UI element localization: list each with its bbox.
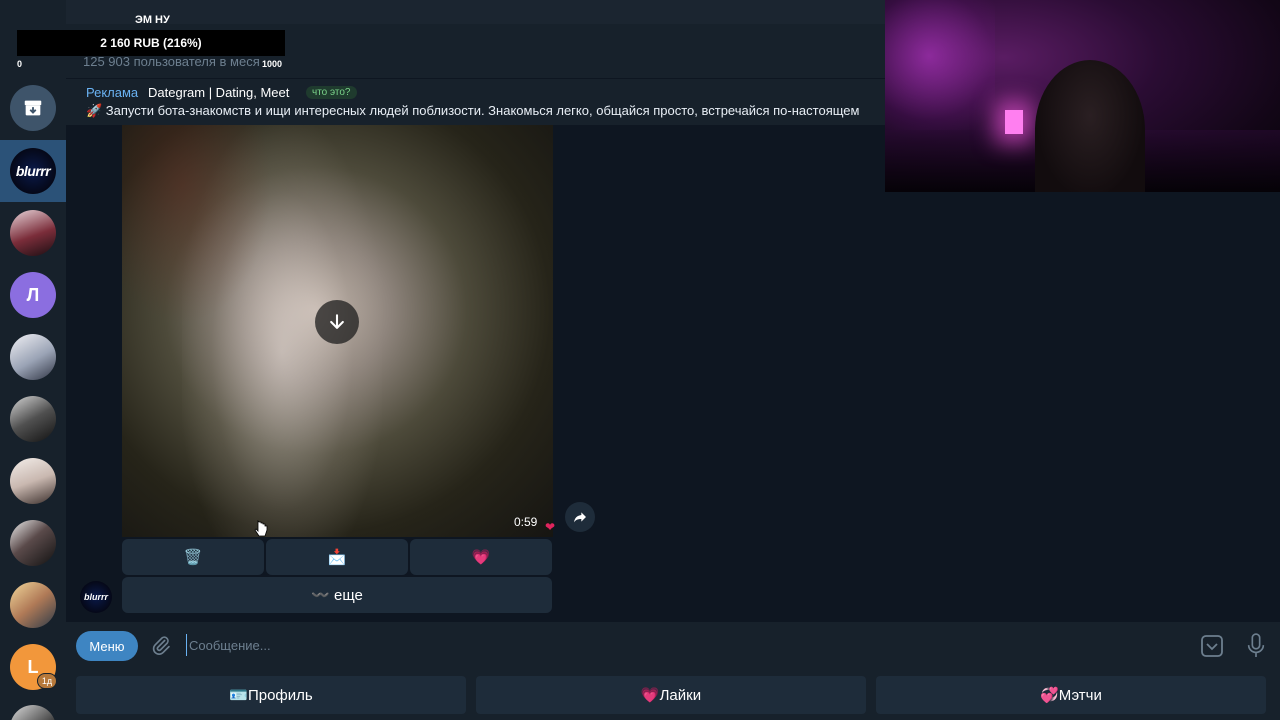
chat-badge: 1д — [37, 673, 57, 689]
chat-folder-rail: blurrr Л L 1д — [0, 0, 66, 720]
webcam-glow — [885, 0, 995, 140]
paperclip-icon — [152, 636, 170, 656]
donation-max: 1000 — [262, 59, 283, 69]
telegram-window: blurrr Л L 1д 125 903 пользователя в мес… — [0, 0, 1280, 720]
attach-button[interactable] — [150, 634, 172, 658]
sender-avatar[interactable]: blurrr — [80, 581, 112, 613]
inline-button-delete[interactable]: 🗑️ — [122, 539, 264, 575]
reply-button-matches[interactable]: 💞Мэтчи — [876, 676, 1266, 714]
ad-what-is-this[interactable]: что это? — [306, 86, 357, 99]
inline-button-more[interactable]: 〰️ еще — [122, 577, 552, 613]
chat-avatar-label: L — [27, 656, 39, 677]
webcam-light — [1005, 110, 1023, 134]
ad-label: Реклама — [86, 85, 139, 100]
inline-button-like[interactable]: 💗 — [410, 539, 552, 575]
share-icon — [574, 512, 586, 523]
reply-button-likes[interactable]: 💗Лайки — [476, 676, 866, 714]
reply-button-profile[interactable]: 🪪Профиль — [76, 676, 466, 714]
chat-avatar[interactable] — [10, 520, 56, 566]
webcam-overlay — [885, 0, 1280, 192]
donation-min: 0 — [17, 59, 23, 69]
donation-title: ЭМ НУ — [135, 14, 170, 26]
bot-keyboard-toggle[interactable] — [1200, 634, 1224, 658]
ad-text: 🚀 Запусти бота-знакомств и ищи интересны… — [86, 103, 860, 118]
forward-button[interactable] — [565, 502, 595, 532]
chat-avatar[interactable] — [10, 396, 56, 442]
chat-avatar-label: Л — [26, 284, 40, 305]
archive-icon — [24, 100, 42, 116]
ad-bot-name[interactable]: Dategram | Dating, Meet — [148, 85, 289, 100]
inline-button-message[interactable]: 📩 — [266, 539, 408, 575]
hand-cursor-icon — [254, 520, 268, 537]
chat-avatar[interactable] — [10, 210, 56, 256]
chat-avatar[interactable] — [10, 705, 56, 720]
microphone-icon — [1247, 633, 1265, 657]
subscriber-count: 125 903 пользователя в меся — [83, 54, 260, 69]
donation-progress: 2 160 RUB (216%) — [17, 30, 285, 56]
bot-menu-button[interactable]: Меню — [76, 631, 138, 661]
message-input[interactable] — [186, 634, 1166, 656]
chat-avatar-blurrr[interactable]: blurrr — [10, 148, 56, 194]
chat-avatar[interactable] — [10, 458, 56, 504]
keyboard-chevron-icon — [1201, 635, 1223, 657]
webcam-person — [1035, 60, 1145, 192]
chat-avatar[interactable] — [10, 582, 56, 628]
archive-chat[interactable] — [10, 85, 56, 131]
download-button[interactable] — [315, 300, 359, 344]
video-duration: 0:59 — [514, 515, 538, 529]
sponsored-banner[interactable]: Реклама Dategram | Dating, Meet что это?… — [66, 79, 885, 125]
reaction-heart-icon[interactable]: ❤ — [545, 520, 555, 534]
arrow-down-icon — [330, 314, 344, 329]
chat-avatar-l[interactable]: Л — [10, 272, 56, 318]
chat-avatar-label: blurrr — [15, 163, 51, 179]
chat-avatar[interactable] — [10, 334, 56, 380]
voice-button[interactable] — [1245, 632, 1267, 660]
